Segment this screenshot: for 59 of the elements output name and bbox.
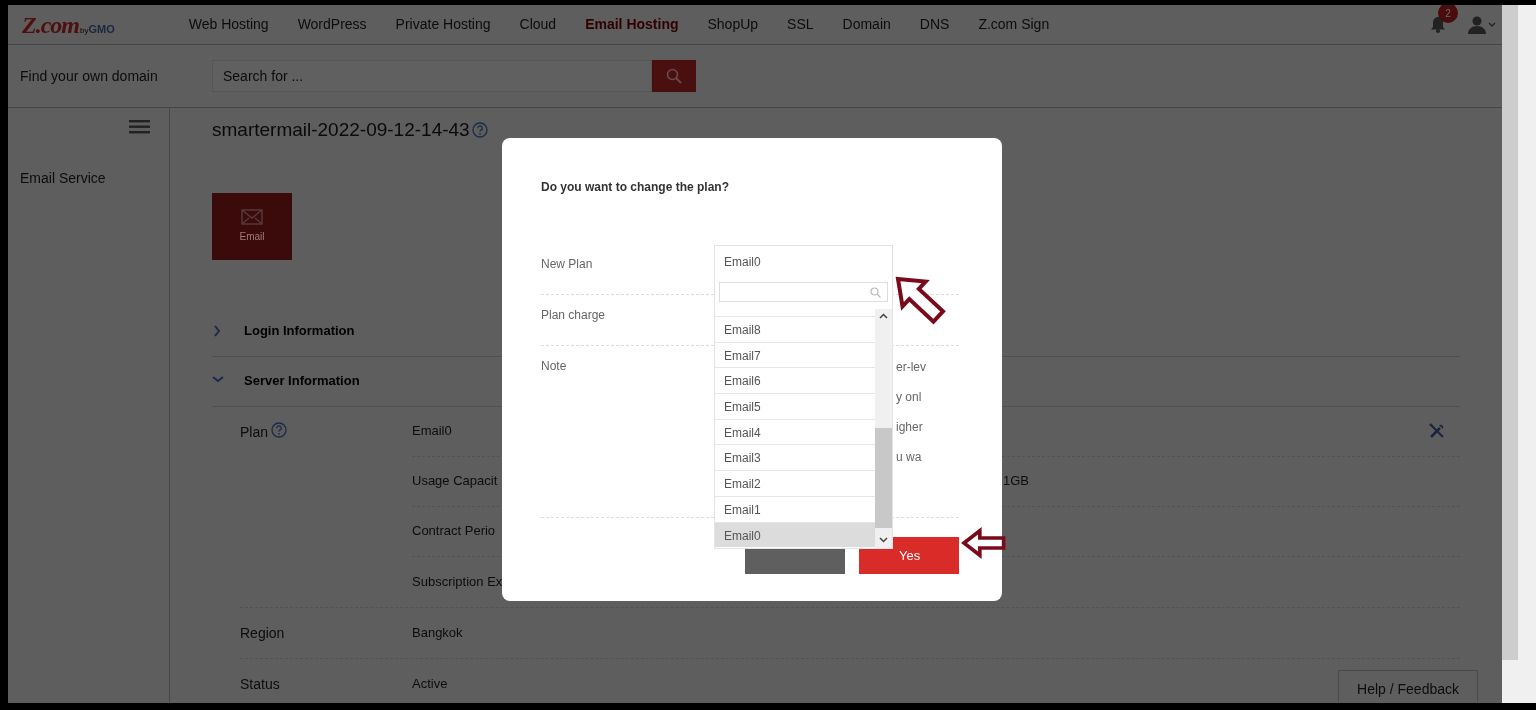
field-value: Subscription Ex bbox=[412, 572, 502, 591]
note-text: u wa bbox=[896, 449, 923, 466]
user-icon bbox=[1468, 15, 1486, 34]
notification-badge: 2 bbox=[1438, 5, 1458, 23]
nav-link[interactable]: SSL bbox=[787, 14, 814, 35]
nav-link[interactable]: Private Hosting bbox=[395, 14, 491, 35]
note-text: er-lev bbox=[896, 359, 927, 376]
field-label: Plan bbox=[240, 422, 269, 442]
caret-icon bbox=[1488, 21, 1496, 28]
field-label: Region bbox=[240, 623, 285, 643]
field-label: Note bbox=[541, 359, 567, 373]
nav-link[interactable]: WordPress bbox=[297, 14, 367, 35]
search-button[interactable] bbox=[652, 60, 696, 92]
note-text: igher bbox=[896, 419, 924, 436]
nav-link[interactable]: DNS bbox=[919, 14, 950, 35]
tools-icon[interactable] bbox=[1428, 422, 1446, 440]
bell-icon[interactable] bbox=[1430, 16, 1446, 33]
field-label: Plan charge bbox=[541, 308, 606, 322]
scroll-up-icon[interactable] bbox=[879, 313, 888, 319]
annotation-arrow bbox=[895, 276, 946, 325]
logo-text: by bbox=[80, 24, 89, 37]
nav-link[interactable]: Web Hosting bbox=[188, 14, 269, 35]
nav-link[interactable]: Cloud bbox=[519, 14, 557, 35]
search-icon bbox=[870, 286, 881, 298]
dialog-title: Do you want to change the plan? bbox=[541, 179, 730, 196]
help-icon[interactable] bbox=[271, 421, 288, 438]
help-icon[interactable] bbox=[471, 122, 488, 139]
logo-text: GMO bbox=[88, 21, 115, 37]
search-field[interactable]: Search for ... bbox=[212, 60, 652, 92]
help-feedback-button[interactable]: Help / Feedback bbox=[1338, 670, 1478, 703]
sidebar-item[interactable]: Email Service bbox=[20, 168, 169, 189]
note-text: y onl bbox=[896, 389, 923, 406]
nav-link[interactable]: Z.com Sign bbox=[978, 14, 1050, 35]
envelope-icon bbox=[241, 208, 263, 225]
field-value: Usage Capacit bbox=[412, 472, 499, 491]
dropdown-option[interactable]: Email0 bbox=[715, 521, 875, 548]
email-tile[interactable]: Email bbox=[212, 192, 292, 260]
search-label: Find your own domain bbox=[19, 66, 159, 86]
page-title: smartermail-2022-09-12-14-43 bbox=[212, 118, 470, 142]
dropdown-search-field[interactable] bbox=[719, 282, 888, 302]
selected-value: Email0 bbox=[724, 255, 761, 269]
field-value: Active bbox=[412, 674, 449, 693]
field-value: Email0 bbox=[412, 422, 453, 441]
search-icon bbox=[666, 68, 682, 84]
nav-link[interactable]: Domain bbox=[842, 14, 891, 35]
nav-link[interactable]: ShopUp bbox=[707, 14, 759, 35]
dropdown-scrollbar[interactable] bbox=[875, 309, 892, 548]
scroll-down-icon[interactable] bbox=[879, 537, 888, 543]
plan-dropdown[interactable]: Email0 Email8 Email7 Email6 Email5 Email4 Email3 Email2 Email1 Email0 bbox=[714, 245, 893, 549]
user-menu[interactable] bbox=[1468, 15, 1496, 34]
field-value: Bangkok bbox=[412, 623, 464, 642]
menu-icon[interactable] bbox=[129, 120, 150, 134]
nav-link[interactable]: Email Hosting bbox=[585, 14, 679, 35]
scrollbar[interactable] bbox=[1502, 5, 1536, 703]
logo-text[interactable]: Z.com bbox=[22, 6, 79, 43]
field-label: New Plan bbox=[541, 257, 593, 271]
field-value: Contract Perio bbox=[412, 522, 497, 541]
field-value: 1GB bbox=[1003, 472, 1029, 491]
field-label: Status bbox=[240, 674, 280, 694]
